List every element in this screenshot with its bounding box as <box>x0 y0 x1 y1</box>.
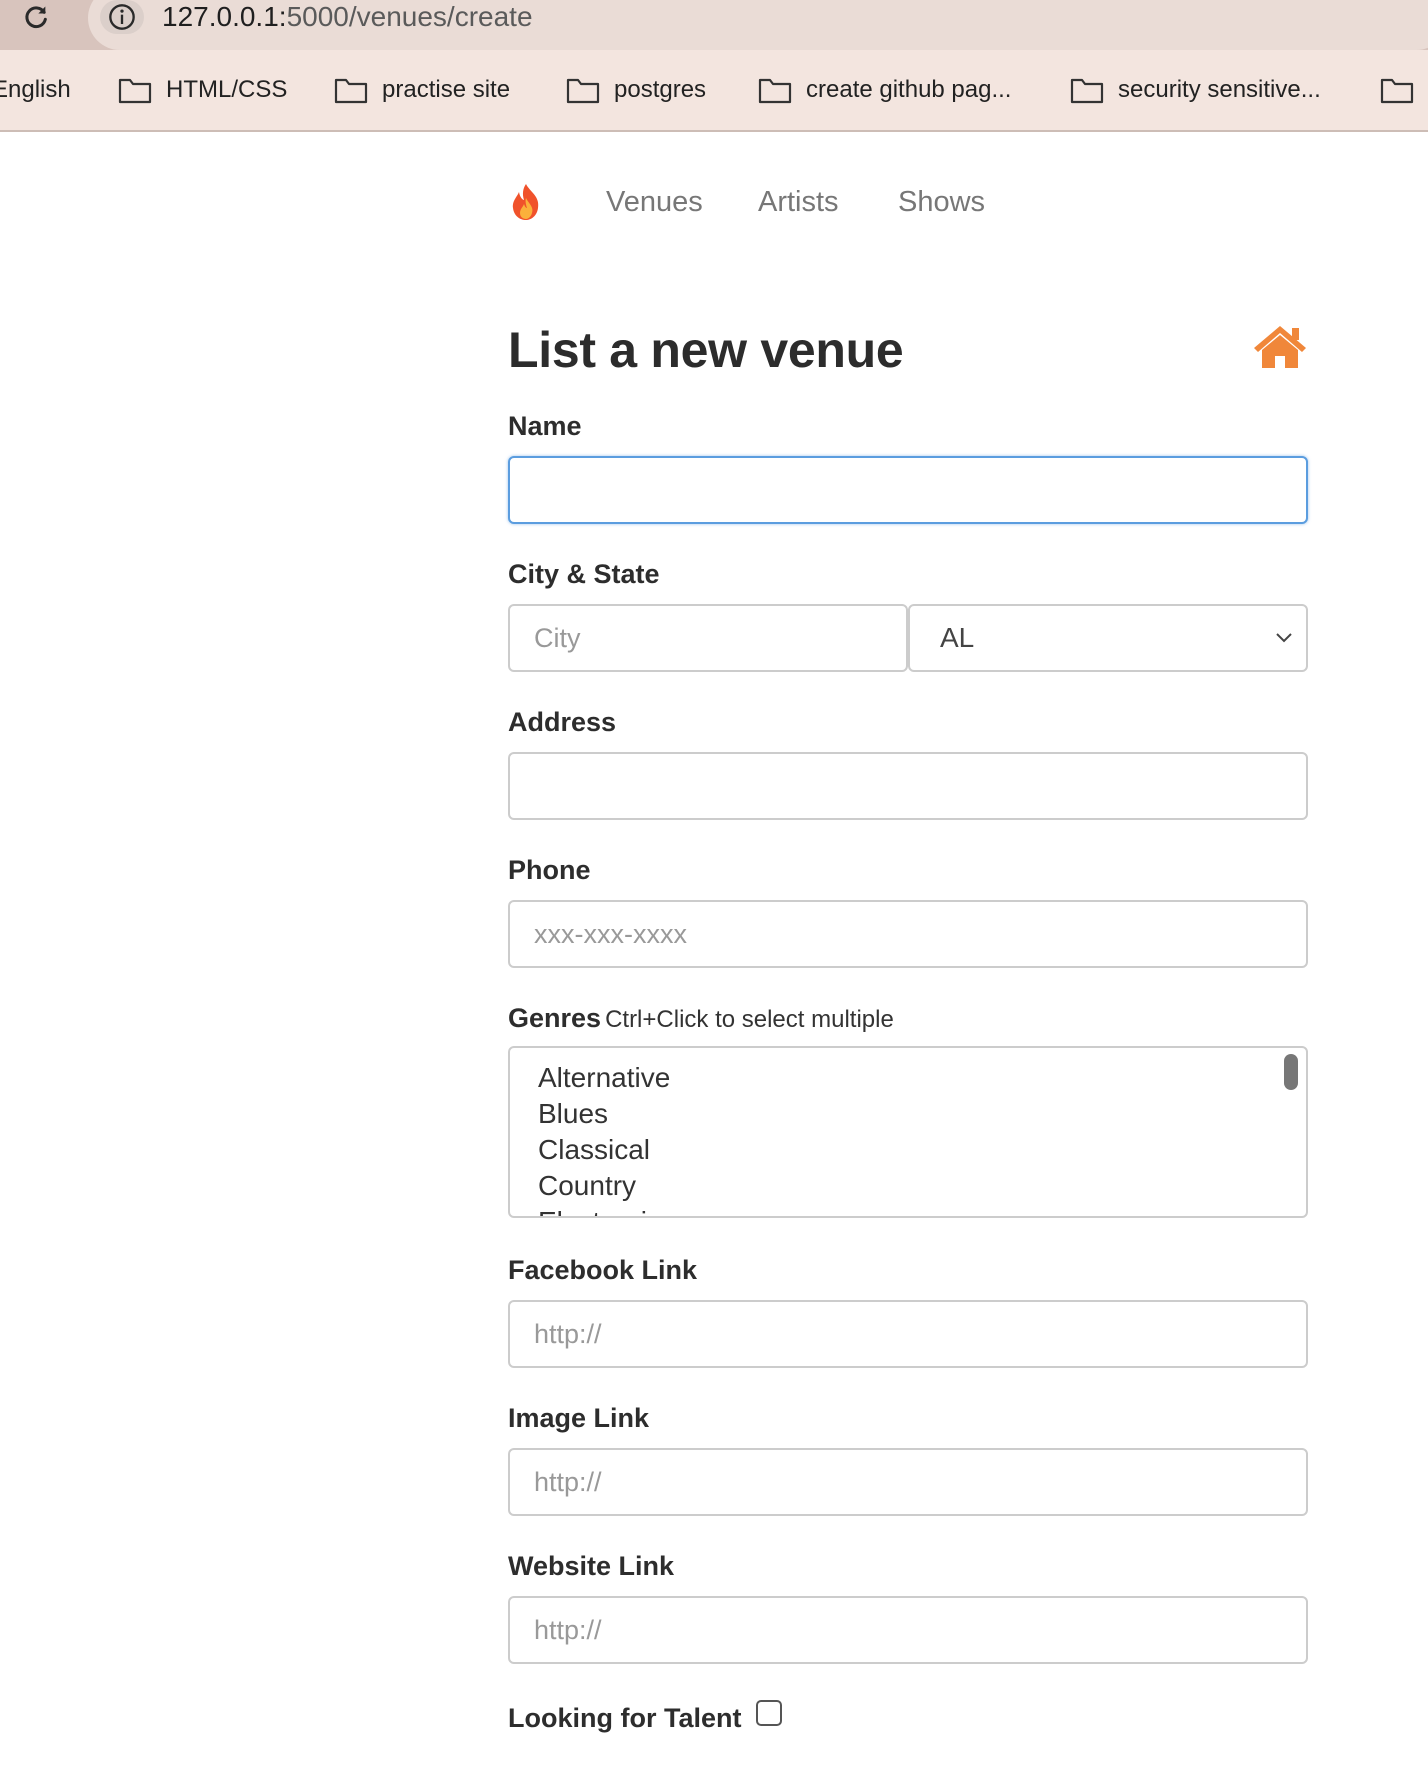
genre-option[interactable]: Country <box>538 1168 636 1204</box>
image-link-input[interactable]: http:// <box>508 1448 1308 1516</box>
bookmarks-bar: English HTML/CSS practise site postgres … <box>0 50 1428 132</box>
phone-label: Phone <box>508 855 591 885</box>
state-select[interactable]: AL <box>908 604 1308 672</box>
url-path: 5000/venues/create <box>286 1 533 32</box>
bookmark-folder-overflow[interactable] <box>1380 50 1414 130</box>
folder-icon <box>758 78 792 104</box>
city-input[interactable]: City <box>508 604 908 672</box>
genre-option[interactable]: Electronic <box>538 1204 661 1216</box>
folder-icon <box>1380 78 1414 104</box>
nav-link-venues[interactable]: Venues <box>606 184 703 220</box>
bookmark-label: English <box>0 76 71 103</box>
genres-label-text: Genres <box>508 1003 602 1033</box>
name-input[interactable] <box>508 456 1308 524</box>
reload-icon[interactable] <box>18 0 54 34</box>
bookmark-label: postgres <box>614 76 707 103</box>
url-host: 127.0.0.1: <box>162 1 287 32</box>
state-select-value: AL <box>940 622 975 653</box>
bookmark-label: HTML/CSS <box>166 76 288 103</box>
genres-hint: Ctrl+Click to select multiple <box>605 1006 894 1033</box>
folder-icon <box>118 78 152 104</box>
site-info-icon[interactable] <box>100 0 144 34</box>
phone-input[interactable]: xxx-xxx-xxxx <box>508 900 1308 968</box>
bookmark-postgres[interactable]: postgres <box>566 50 706 130</box>
fire-icon[interactable] <box>508 182 544 222</box>
seeking-talent-label: Looking for Talent <box>508 1703 742 1733</box>
folder-icon <box>334 78 368 104</box>
genre-option[interactable]: Classical <box>538 1132 650 1168</box>
bookmark-security-sensitive[interactable]: security sensitive... <box>1070 50 1321 130</box>
seeking-talent-checkbox[interactable] <box>756 1700 782 1726</box>
bookmark-html-css[interactable]: HTML/CSS <box>118 50 287 130</box>
facebook-input[interactable]: http:// <box>508 1300 1308 1368</box>
website-link-label: Website Link <box>508 1551 675 1581</box>
bookmark-label: security sensitive... <box>1118 76 1321 103</box>
folder-icon <box>1070 78 1104 104</box>
bookmark-english[interactable]: English <box>0 50 71 130</box>
home-icon <box>1252 322 1308 370</box>
genres-label: Genres Ctrl+Click to select multiple <box>508 1002 894 1036</box>
genre-option[interactable]: Blues <box>538 1096 608 1132</box>
name-label: Name <box>508 411 582 441</box>
bookmark-practise-site[interactable]: practise site <box>334 50 510 130</box>
scrollbar-thumb[interactable] <box>1284 1054 1298 1090</box>
page-title: List a new venue <box>508 322 904 378</box>
browser-toolbar: 127.0.0.1:5000/venues/create <box>0 0 1428 50</box>
folder-icon <box>566 78 600 104</box>
genres-multiselect[interactable]: Alternative Blues Classical Country Elec… <box>508 1046 1308 1218</box>
bookmark-label: create github pag... <box>806 76 1012 103</box>
facebook-label: Facebook Link <box>508 1255 698 1285</box>
address-label: Address <box>508 707 617 737</box>
genre-option[interactable]: Alternative <box>538 1060 670 1096</box>
image-link-label: Image Link <box>508 1403 650 1433</box>
city-state-label: City & State <box>508 559 660 589</box>
nav-link-shows[interactable]: Shows <box>898 184 985 220</box>
website-link-input[interactable]: http:// <box>508 1596 1308 1664</box>
nav-link-artists[interactable]: Artists <box>758 184 839 220</box>
url-text[interactable]: 127.0.0.1:5000/venues/create <box>162 0 533 34</box>
bookmark-label: practise site <box>382 76 511 103</box>
chevron-down-icon <box>1276 633 1292 643</box>
bookmark-create-github-pages[interactable]: create github pag... <box>758 50 1011 130</box>
address-input[interactable] <box>508 752 1308 820</box>
